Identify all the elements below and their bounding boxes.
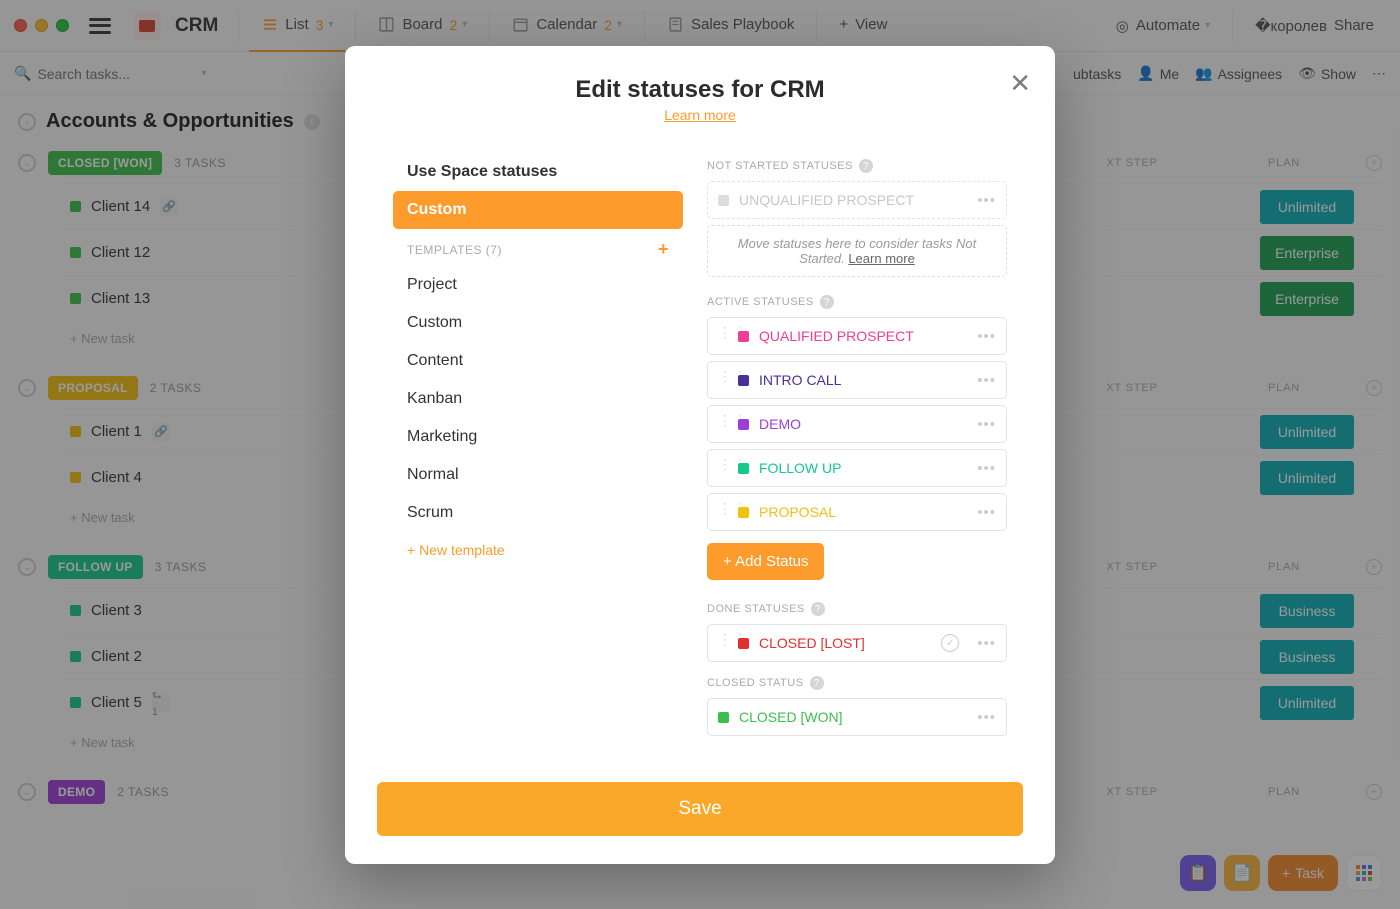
- status-label: PROPOSAL: [759, 504, 836, 520]
- more-icon[interactable]: •••: [977, 635, 996, 652]
- status-label: FOLLOW UP: [759, 460, 841, 476]
- modal-title: Edit statuses for CRM: [345, 76, 1055, 104]
- status-color-swatch: [738, 375, 749, 386]
- template-item[interactable]: Scrum: [393, 494, 683, 532]
- active-header: ACTIVE STATUSES?: [707, 295, 1007, 309]
- help-icon[interactable]: ?: [811, 602, 825, 616]
- more-icon[interactable]: •••: [977, 372, 996, 389]
- help-icon[interactable]: ?: [859, 159, 873, 173]
- status-closed-lost[interactable]: ⋮⋮ CLOSED [LOST] ✓ •••: [707, 624, 1007, 662]
- save-button[interactable]: Save: [377, 782, 1023, 836]
- drag-handle-icon[interactable]: ⋮⋮: [718, 328, 728, 344]
- status-item[interactable]: ⋮⋮ QUALIFIED PROSPECT •••: [707, 317, 1007, 355]
- more-icon[interactable]: •••: [977, 504, 996, 521]
- status-label: DEMO: [759, 416, 801, 432]
- template-item[interactable]: Content: [393, 342, 683, 380]
- templates-header: TEMPLATES (7) +: [393, 229, 683, 266]
- new-template-link[interactable]: + New template: [393, 532, 683, 568]
- status-color-swatch: [738, 331, 749, 342]
- more-icon[interactable]: •••: [977, 328, 996, 345]
- done-header: DONE STATUSES?: [707, 602, 1007, 616]
- closed-header: CLOSED STATUS?: [707, 676, 1007, 690]
- status-color-swatch: [718, 195, 729, 206]
- status-label: INTRO CALL: [759, 372, 841, 388]
- status-unqualified[interactable]: UNQUALIFIED PROSPECT •••: [707, 181, 1007, 219]
- more-icon[interactable]: •••: [977, 192, 996, 209]
- status-item[interactable]: ⋮⋮ PROPOSAL •••: [707, 493, 1007, 531]
- status-color-swatch: [738, 463, 749, 474]
- close-icon[interactable]: ✕: [1009, 68, 1031, 99]
- status-editor: NOT STARTED STATUSES? UNQUALIFIED PROSPE…: [707, 153, 1007, 742]
- more-icon[interactable]: •••: [977, 416, 996, 433]
- drag-handle-icon[interactable]: ⋮⋮: [718, 416, 728, 432]
- template-item[interactable]: Normal: [393, 456, 683, 494]
- status-source-list: Use Space statuses Custom TEMPLATES (7) …: [393, 153, 683, 742]
- add-template-icon[interactable]: +: [658, 239, 669, 260]
- drag-handle-icon[interactable]: ⋮⋮: [718, 635, 728, 651]
- status-label: QUALIFIED PROSPECT: [759, 328, 914, 344]
- drag-handle-icon[interactable]: ⋮⋮: [718, 504, 728, 520]
- learn-more-link[interactable]: Learn more: [345, 107, 1055, 123]
- learn-more-link[interactable]: Learn more: [848, 251, 914, 266]
- status-color-swatch: [718, 712, 729, 723]
- check-icon[interactable]: ✓: [941, 634, 959, 652]
- help-icon[interactable]: ?: [810, 676, 824, 690]
- custom-statuses[interactable]: Custom: [393, 191, 683, 229]
- drag-handle-icon[interactable]: ⋮⋮: [718, 372, 728, 388]
- status-closed-won[interactable]: CLOSED [WON] •••: [707, 698, 1007, 736]
- template-item[interactable]: Project: [393, 266, 683, 304]
- use-space-statuses[interactable]: Use Space statuses: [393, 153, 683, 191]
- more-icon[interactable]: •••: [977, 460, 996, 477]
- status-color-swatch: [738, 638, 749, 649]
- status-color-swatch: [738, 419, 749, 430]
- add-status-button[interactable]: + Add Status: [707, 543, 824, 580]
- not-started-header: NOT STARTED STATUSES?: [707, 159, 1007, 173]
- status-color-swatch: [738, 507, 749, 518]
- status-item[interactable]: ⋮⋮ DEMO •••: [707, 405, 1007, 443]
- template-item[interactable]: Custom: [393, 304, 683, 342]
- edit-statuses-modal: ✕ Edit statuses for CRM Learn more Use S…: [345, 46, 1055, 864]
- template-item[interactable]: Marketing: [393, 418, 683, 456]
- not-started-drop-zone[interactable]: Move statuses here to consider tasks Not…: [707, 225, 1007, 277]
- modal-overlay: ✕ Edit statuses for CRM Learn more Use S…: [0, 0, 1400, 909]
- status-item[interactable]: ⋮⋮ INTRO CALL •••: [707, 361, 1007, 399]
- drag-handle-icon[interactable]: ⋮⋮: [718, 460, 728, 476]
- template-item[interactable]: Kanban: [393, 380, 683, 418]
- more-icon[interactable]: •••: [977, 709, 996, 726]
- help-icon[interactable]: ?: [820, 295, 834, 309]
- status-item[interactable]: ⋮⋮ FOLLOW UP •••: [707, 449, 1007, 487]
